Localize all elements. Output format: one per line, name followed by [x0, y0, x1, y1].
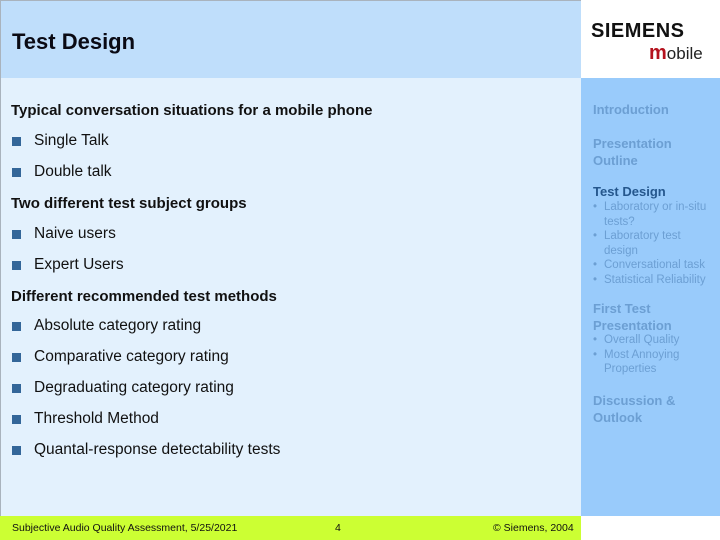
logo-mobile: mobile	[649, 42, 703, 64]
nav-subitem[interactable]: Laboratory test design	[593, 229, 715, 258]
footer-title-date: Subjective Audio Quality Assessment, 5/2…	[12, 522, 238, 534]
list-item: Absolute category rating	[12, 317, 201, 335]
square-bullet-icon	[12, 167, 21, 177]
list-item: Expert Users	[12, 256, 124, 274]
outline-sidebar: Introduction Presentation Outline Test D…	[581, 78, 720, 516]
nav-subitems-first-test: Overall Quality Most Annoying Properties	[593, 333, 715, 377]
square-bullet-icon	[12, 321, 21, 331]
footer-corner	[581, 516, 720, 540]
section-heading: Typical conversation situations for a mo…	[11, 102, 373, 119]
nav-subitem[interactable]: Conversational task	[593, 258, 715, 273]
slide-header: Test Design	[0, 0, 581, 78]
logo-brand: SIEMENS	[591, 20, 685, 42]
nav-item-test-design[interactable]: Test Design	[593, 183, 713, 200]
list-item: Naive users	[12, 225, 116, 243]
nav-item-discussion-outlook[interactable]: Discussion & Outlook	[593, 392, 713, 426]
square-bullet-icon	[12, 352, 21, 362]
slide-content: Typical conversation situations for a mo…	[0, 78, 581, 516]
list-item: Degraduating category rating	[12, 379, 234, 397]
nav-subitem[interactable]: Laboratory or in-situ tests?	[593, 200, 715, 229]
nav-item-presentation-outline[interactable]: Presentation Outline	[593, 135, 713, 169]
list-item: Double talk	[12, 163, 112, 181]
nav-subitems-test-design: Laboratory or in-situ tests? Laboratory …	[593, 200, 715, 287]
nav-item-first-test-presentation[interactable]: First Test Presentation	[593, 300, 713, 334]
square-bullet-icon	[12, 383, 21, 393]
list-item: Quantal-response detectability tests	[12, 441, 280, 459]
square-bullet-icon	[12, 229, 21, 239]
nav-item-introduction[interactable]: Introduction	[593, 101, 713, 118]
list-item: Threshold Method	[12, 410, 159, 428]
list-item: Single Talk	[12, 132, 109, 150]
slide-footer: Subjective Audio Quality Assessment, 5/2…	[0, 516, 581, 540]
square-bullet-icon	[12, 445, 21, 455]
nav-subitem[interactable]: Overall Quality	[593, 333, 715, 348]
square-bullet-icon	[12, 136, 21, 146]
nav-subitem[interactable]: Most Annoying Properties	[593, 348, 715, 377]
square-bullet-icon	[12, 414, 21, 424]
copyright: © Siemens, 2004	[493, 522, 574, 534]
section-heading: Two different test subject groups	[11, 195, 247, 212]
list-item: Comparative category rating	[12, 348, 229, 366]
page-number: 4	[335, 522, 341, 534]
section-heading: Different recommended test methods	[11, 288, 277, 305]
nav-subitem[interactable]: Statistical Reliability	[593, 273, 715, 288]
square-bullet-icon	[12, 260, 21, 270]
slide-title: Test Design	[12, 29, 136, 54]
siemens-mobile-logo: SIEMENS mobile	[581, 0, 720, 78]
